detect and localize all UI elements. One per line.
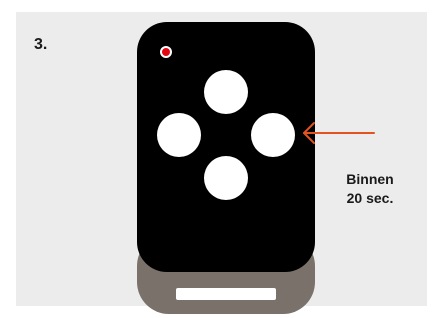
remote-slot bbox=[176, 288, 276, 300]
led-indicator bbox=[160, 46, 172, 58]
caption-line-2: 20 sec. bbox=[346, 190, 394, 206]
remote-button-right bbox=[251, 113, 295, 157]
remote-button-top bbox=[204, 70, 248, 114]
time-caption: Binnen 20 sec. bbox=[330, 170, 410, 208]
remote-button-bottom bbox=[204, 156, 248, 200]
remote-illustration bbox=[137, 22, 375, 314]
remote-button-left bbox=[157, 113, 201, 157]
caption-line-1: Binnen bbox=[346, 171, 394, 187]
